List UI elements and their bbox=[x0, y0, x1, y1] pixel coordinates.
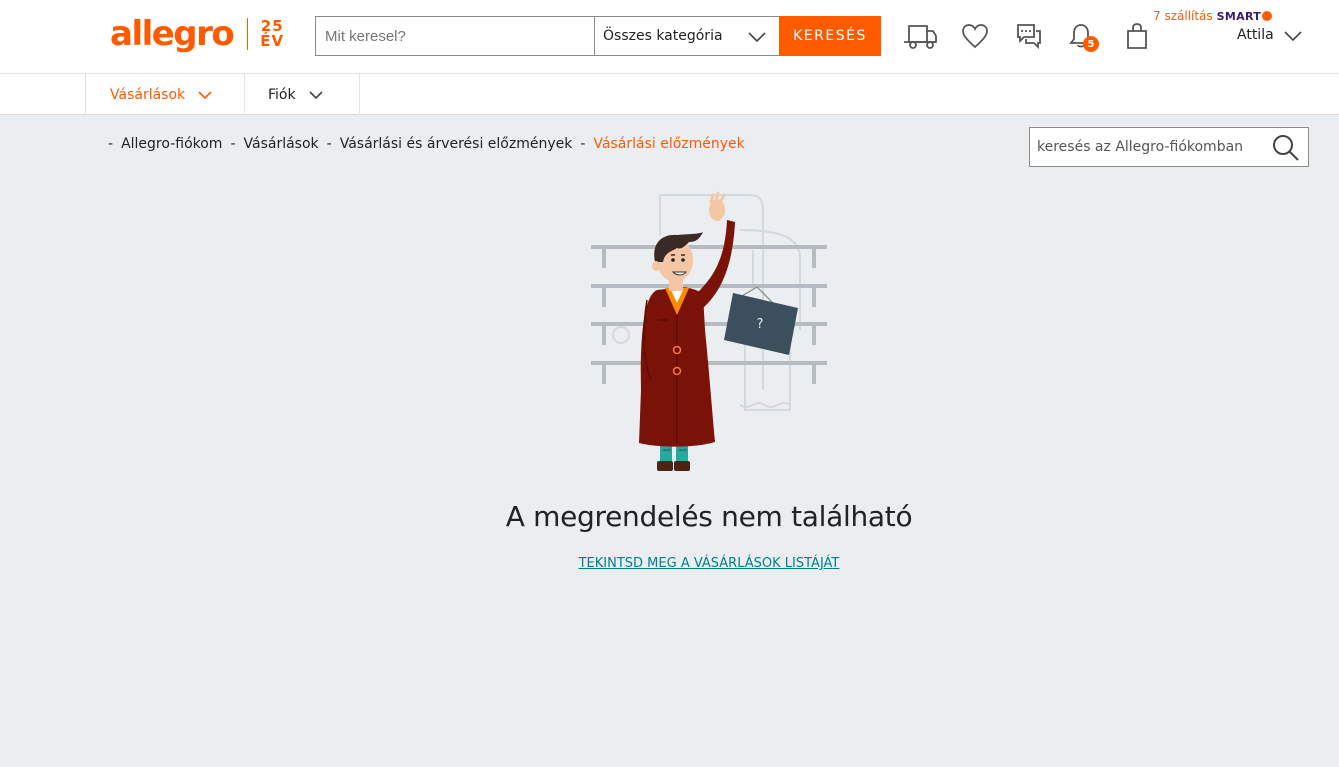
logo-text: allegro bbox=[110, 14, 235, 54]
chevron-down-icon bbox=[197, 89, 213, 101]
smart-brand-label: SMART bbox=[1216, 9, 1262, 23]
not-found-illustration: ? bbox=[585, 190, 835, 480]
sign-question-mark: ? bbox=[757, 317, 764, 332]
smart-delivery-counter[interactable]: 7 szállítás SMART bbox=[1153, 9, 1273, 23]
tab-account[interactable]: Fiók bbox=[244, 74, 360, 115]
view-purchases-link[interactable]: TEKINTSD MEG A VÁSÁRLÁSOK LISTÁJÁT bbox=[0, 556, 1339, 571]
smart-badge-icon bbox=[1262, 11, 1273, 21]
badge-bottom: ÉV bbox=[260, 32, 285, 50]
heart-icon[interactable] bbox=[957, 20, 993, 52]
category-select-value: Összes kategória bbox=[603, 28, 723, 44]
chevron-down-icon[interactable] bbox=[1283, 28, 1303, 48]
tab-account-label: Fiók bbox=[268, 86, 296, 103]
logo-divider bbox=[247, 18, 249, 50]
delivery-truck-icon[interactable] bbox=[902, 20, 938, 52]
account-search-input[interactable] bbox=[1030, 128, 1260, 166]
search-icon[interactable] bbox=[1272, 134, 1300, 166]
shopping-bag-icon[interactable] bbox=[1119, 20, 1155, 52]
messages-icon[interactable] bbox=[1011, 20, 1047, 52]
notification-count-badge: 5 bbox=[1083, 36, 1099, 52]
search-input[interactable] bbox=[315, 16, 595, 56]
tab-purchases[interactable]: Vásárlások bbox=[85, 74, 245, 115]
breadcrumb-separator: - bbox=[580, 136, 586, 152]
smart-deliveries-text: 7 szállítás bbox=[1153, 9, 1213, 23]
account-search-box bbox=[1029, 127, 1309, 167]
breadcrumb-separator: - bbox=[326, 136, 332, 152]
tab-purchases-label: Vásárlások bbox=[110, 86, 186, 103]
breadcrumb: - Allegro-fiókom - Vásárlások - Vásárlás… bbox=[108, 135, 753, 153]
category-select[interactable]: Összes kategória bbox=[594, 16, 780, 56]
breadcrumb-item[interactable]: Allegro-fiókom bbox=[121, 136, 222, 152]
chevron-down-icon bbox=[308, 89, 324, 101]
empty-state-title: A megrendelés nem található bbox=[505, 500, 913, 533]
breadcrumb-item[interactable]: Vásárlások bbox=[244, 136, 319, 152]
breadcrumb-separator: - bbox=[108, 136, 114, 152]
top-header: allegro 25 ÉV Összes kategória KERESÉS 5… bbox=[0, 0, 1339, 74]
breadcrumb-current: Vásárlási előzmények bbox=[593, 136, 745, 152]
allegro-logo[interactable]: allegro 25 ÉV bbox=[110, 14, 284, 54]
anniversary-badge: 25 ÉV bbox=[260, 19, 284, 49]
account-subnav: Vásárlások Fiók bbox=[0, 74, 1339, 115]
breadcrumb-separator: - bbox=[230, 136, 236, 152]
search-button[interactable]: KERESÉS bbox=[779, 16, 881, 56]
chevron-down-icon bbox=[747, 27, 767, 51]
user-menu-name[interactable]: Attila bbox=[1237, 27, 1274, 43]
breadcrumb-item[interactable]: Vásárlási és árverési előzmények bbox=[340, 136, 573, 152]
